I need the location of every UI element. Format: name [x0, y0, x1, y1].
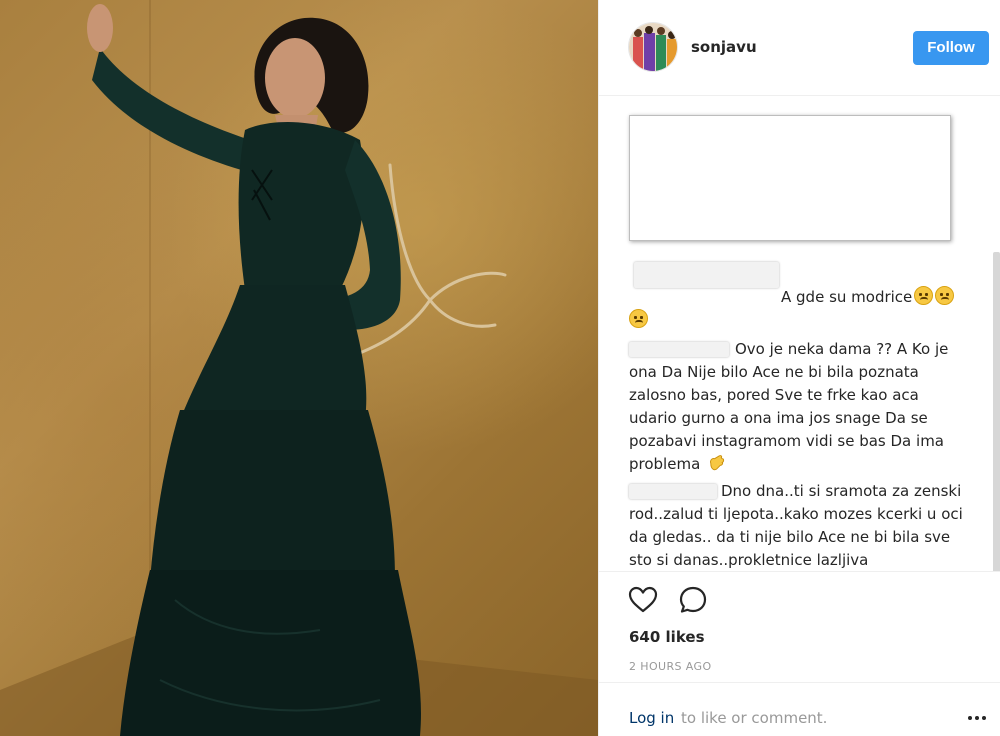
list-item: Ovo je neka dama ?? A Ko je ona Da Nije … [629, 338, 974, 476]
more-options-icon [968, 716, 986, 720]
comment-text: pozabavi instagramom vidi se bas Da ima [629, 432, 944, 450]
comment-text: da gledas.. da ti nije bilo Ace ne bi bi… [629, 528, 951, 546]
comment-text: sto si danas..prokletnice lazljiva [629, 551, 869, 569]
comment-text: A gde su modrice [781, 288, 913, 306]
angry-face-emoji-icon [629, 309, 648, 328]
comment-text: Dno dna..ti si sramota za zenski [721, 482, 962, 500]
redacted-author [634, 262, 779, 288]
username-link[interactable]: sonjavu [691, 38, 757, 56]
login-prompt: Log in to like or comment. [599, 682, 1000, 736]
comments-scrollbar[interactable] [993, 252, 1000, 571]
post-actions: 640 likes 2 HOURS AGO [599, 571, 1000, 681]
post-timestamp[interactable]: 2 HOURS AGO [629, 660, 712, 673]
post-photo[interactable] [0, 0, 598, 736]
clapping-hands-emoji-icon [710, 455, 725, 471]
post-header: sonjavu Follow [599, 0, 1000, 96]
comment-text: rod..zalud ti ljepota..kako mozes kcerki… [629, 505, 963, 523]
follow-button[interactable]: Follow [913, 31, 989, 65]
list-item: A gde su modrice [629, 286, 974, 332]
more-options-button[interactable] [967, 710, 987, 724]
avatar-image [629, 23, 677, 71]
comments-list: A gde su modrice Ovo je neka dama ?? A K… [599, 97, 1000, 571]
list-item: Dno dna..ti si sramota za zenski rod..za… [629, 480, 974, 571]
comment-text: Ovo je neka dama ?? A Ko je [735, 340, 949, 358]
comment-text: zalosno bas, pored Sve te frke kao aca [629, 386, 919, 404]
angry-face-emoji-icon [935, 286, 955, 305]
avatar[interactable] [628, 22, 678, 72]
post-side-panel: sonjavu Follow A gde su modrice Ovo je n… [598, 0, 1000, 736]
login-prompt-text: to like or comment. [681, 709, 828, 727]
comment-button[interactable] [677, 584, 709, 616]
comment-text: udario gurno a ona ima jos snage Da se [629, 409, 928, 427]
photo-illustration [0, 0, 598, 736]
like-button[interactable] [627, 584, 659, 616]
login-link[interactable]: Log in [629, 709, 674, 727]
comment-text: problema [629, 455, 701, 473]
heart-icon [628, 586, 658, 613]
angry-face-emoji-icon [914, 286, 934, 305]
speech-bubble-icon [679, 586, 707, 613]
comment-text: ona Da Nije bilo Ace ne bi bila poznata [629, 363, 919, 381]
likes-count[interactable]: 640 likes [629, 628, 705, 646]
redacted-caption-box [629, 115, 951, 241]
